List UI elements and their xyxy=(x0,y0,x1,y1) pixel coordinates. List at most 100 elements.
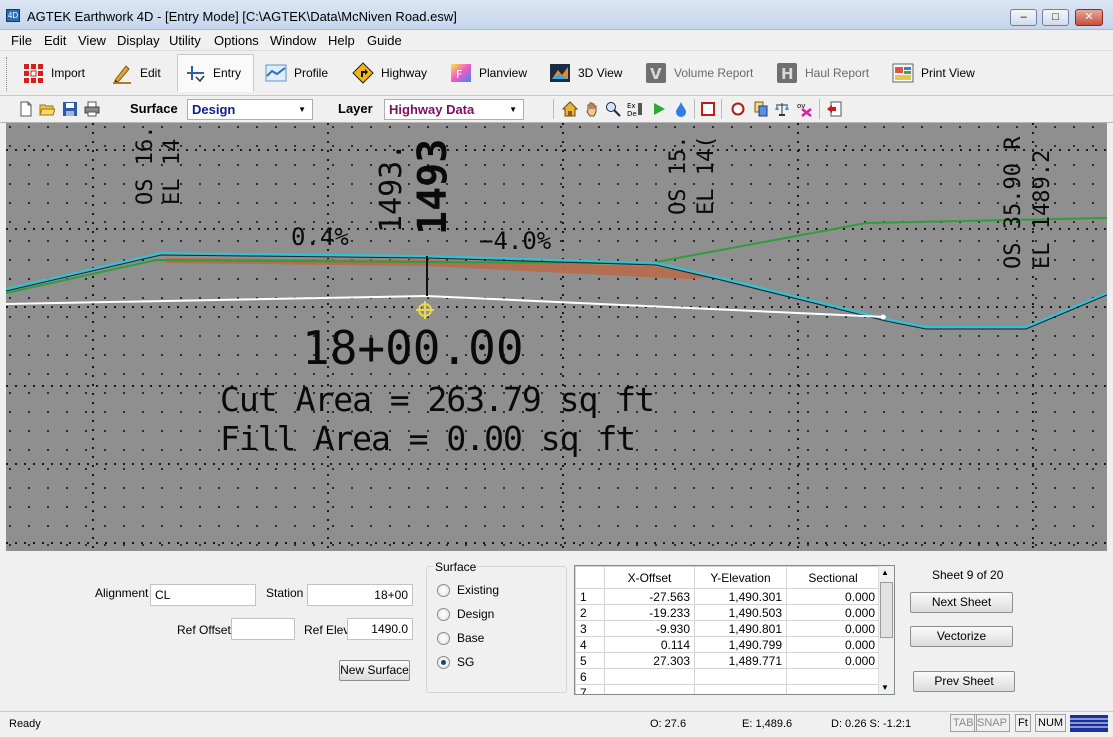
table-cell[interactable]: -19.233 xyxy=(604,604,695,621)
toolbar-grip[interactable] xyxy=(6,57,9,91)
menu-window[interactable]: Window xyxy=(270,33,316,48)
table-row[interactable]: 5 27.303 1,489.771 0.000 xyxy=(575,652,880,669)
table-row[interactable]: 4 0.114 1,490.799 0.000 xyxy=(575,636,880,653)
resize-grip-icon[interactable] xyxy=(1070,715,1108,732)
zoom-icon[interactable] xyxy=(605,101,621,117)
table-cell[interactable]: 1,490.799 xyxy=(694,636,787,653)
table-cell[interactable] xyxy=(694,668,787,685)
vectorize-button[interactable]: Vectorize xyxy=(910,626,1013,647)
radio-base[interactable]: Base xyxy=(437,631,484,645)
scroll-thumb[interactable] xyxy=(880,582,893,638)
table-row[interactable]: 6 xyxy=(575,668,880,685)
scroll-down-icon[interactable]: ▼ xyxy=(881,683,889,692)
table-cell[interactable]: -27.563 xyxy=(604,588,695,605)
print-view-button[interactable]: Print View xyxy=(886,54,981,92)
table-row[interactable]: 7 xyxy=(575,684,880,694)
radio-button-selected[interactable] xyxy=(437,655,450,669)
planview-button[interactable]: F Planview xyxy=(444,54,533,92)
3d-view-button[interactable]: 3D View xyxy=(543,54,628,92)
table-cell[interactable]: 0.114 xyxy=(604,636,695,653)
table-row[interactable]: 1 -27.563 1,490.301 0.000 xyxy=(575,588,880,605)
menu-edit[interactable]: Edit xyxy=(44,33,66,48)
cross-section-canvas[interactable]: 0.4% −4.0% 18+00.00 Cut Area = 263.79 sq… xyxy=(6,123,1107,551)
table-cell[interactable]: 1,489.771 xyxy=(694,652,787,669)
station-field[interactable]: 18+00 xyxy=(307,584,413,606)
layer-dropdown[interactable]: Highway Data ▼ xyxy=(384,99,524,120)
status-distance-slope: D: 0.26 S: -1.2:1 xyxy=(831,718,912,730)
table-row[interactable]: 2 -19.233 1,490.503 0.000 xyxy=(575,604,880,621)
table-cell[interactable]: 0.000 xyxy=(786,588,880,605)
table-cell[interactable] xyxy=(786,684,880,694)
next-sheet-button[interactable]: Next Sheet xyxy=(910,592,1013,613)
svg-text:De: De xyxy=(627,110,637,117)
new-file-icon[interactable] xyxy=(18,101,34,117)
minimize-button[interactable]: – xyxy=(1010,9,1037,26)
table-cell[interactable] xyxy=(694,684,787,694)
print-icon[interactable] xyxy=(84,101,100,117)
pan-hand-icon[interactable] xyxy=(584,101,600,117)
haul-report-button[interactable]: H Haul Report xyxy=(770,54,875,92)
save-icon[interactable] xyxy=(62,101,78,117)
table-cell[interactable]: 0.000 xyxy=(786,652,880,669)
highway-button[interactable]: Highway xyxy=(346,54,433,92)
copy-icon[interactable] xyxy=(753,101,769,117)
home-icon[interactable] xyxy=(562,101,578,117)
table-cell[interactable]: 1,490.503 xyxy=(694,604,787,621)
menu-guide[interactable]: Guide xyxy=(367,33,402,48)
balance-icon[interactable] xyxy=(774,101,790,117)
radio-design[interactable]: Design xyxy=(437,607,494,621)
menu-utility[interactable]: Utility xyxy=(169,33,201,48)
close-button[interactable]: ✕ xyxy=(1075,9,1103,26)
surface-dropdown[interactable]: Design ▼ xyxy=(187,99,313,120)
table-cell[interactable]: 0.000 xyxy=(786,604,880,621)
table-cell[interactable] xyxy=(786,668,880,685)
ref-offset-field[interactable] xyxy=(231,618,295,640)
scroll-up-icon[interactable]: ▲ xyxy=(881,568,889,577)
station-label: 18+00.00 xyxy=(302,321,524,375)
table-scrollbar[interactable]: ▲ ▼ xyxy=(878,566,894,694)
radio-sg[interactable]: SG xyxy=(437,655,474,669)
radio-button[interactable] xyxy=(437,583,450,597)
table-row[interactable]: 3 -9.930 1,490.801 0.000 xyxy=(575,620,880,637)
table-cell[interactable]: 1,490.301 xyxy=(694,588,787,605)
import-button[interactable]: Import xyxy=(16,54,91,92)
surface-vertex[interactable] xyxy=(880,314,886,320)
table-cell[interactable]: -9.930 xyxy=(604,620,695,637)
table-header-sectional[interactable]: Sectional xyxy=(786,566,880,589)
radio-button[interactable] xyxy=(437,607,450,621)
exit-icon[interactable] xyxy=(826,101,842,117)
entry-button[interactable]: Entry xyxy=(177,54,254,92)
menu-options[interactable]: Options xyxy=(214,33,259,48)
table-cell[interactable] xyxy=(604,668,695,685)
table-cell[interactable]: 27.303 xyxy=(604,652,695,669)
table-cell[interactable]: 0.000 xyxy=(786,636,880,653)
radio-existing[interactable]: Existing xyxy=(437,583,499,597)
table-cell[interactable]: 0.000 xyxy=(786,620,880,637)
radio-button[interactable] xyxy=(437,631,450,645)
ref-elev-field[interactable]: 1490.0 xyxy=(347,618,413,640)
circle-icon[interactable] xyxy=(730,101,746,117)
drop-icon[interactable] xyxy=(673,101,689,117)
profile-button[interactable]: Profile xyxy=(259,54,334,92)
menu-help[interactable]: Help xyxy=(328,33,355,48)
clear-icon[interactable]: ov xyxy=(797,101,813,117)
menu-view[interactable]: View xyxy=(78,33,106,48)
table-header-x-offset[interactable]: X-Offset xyxy=(604,566,695,589)
open-folder-icon[interactable] xyxy=(39,101,55,117)
table-cell[interactable]: 1,490.801 xyxy=(694,620,787,637)
table-header-y-elevation[interactable]: Y-Elevation xyxy=(694,566,787,589)
text-layers-icon[interactable]: ExDe xyxy=(627,101,643,117)
menu-display[interactable]: Display xyxy=(117,33,160,48)
maximize-button[interactable]: □ xyxy=(1042,9,1069,26)
table-cell[interactable] xyxy=(604,684,695,694)
new-surface-button[interactable]: New Surface xyxy=(339,660,410,681)
volume-report-button[interactable]: V Volume Report xyxy=(639,54,759,92)
points-table[interactable]: X-Offset Y-Elevation Sectional 1 -27.563 1… xyxy=(574,565,895,695)
rectangle-icon[interactable] xyxy=(700,101,716,117)
alignment-field[interactable]: CL xyxy=(150,584,256,606)
edit-button[interactable]: Edit xyxy=(105,54,167,92)
prev-sheet-button[interactable]: Prev Sheet xyxy=(913,671,1015,692)
surface-group-title: Surface xyxy=(433,560,479,574)
menu-file[interactable]: File xyxy=(11,33,32,48)
play-icon[interactable] xyxy=(651,101,667,117)
